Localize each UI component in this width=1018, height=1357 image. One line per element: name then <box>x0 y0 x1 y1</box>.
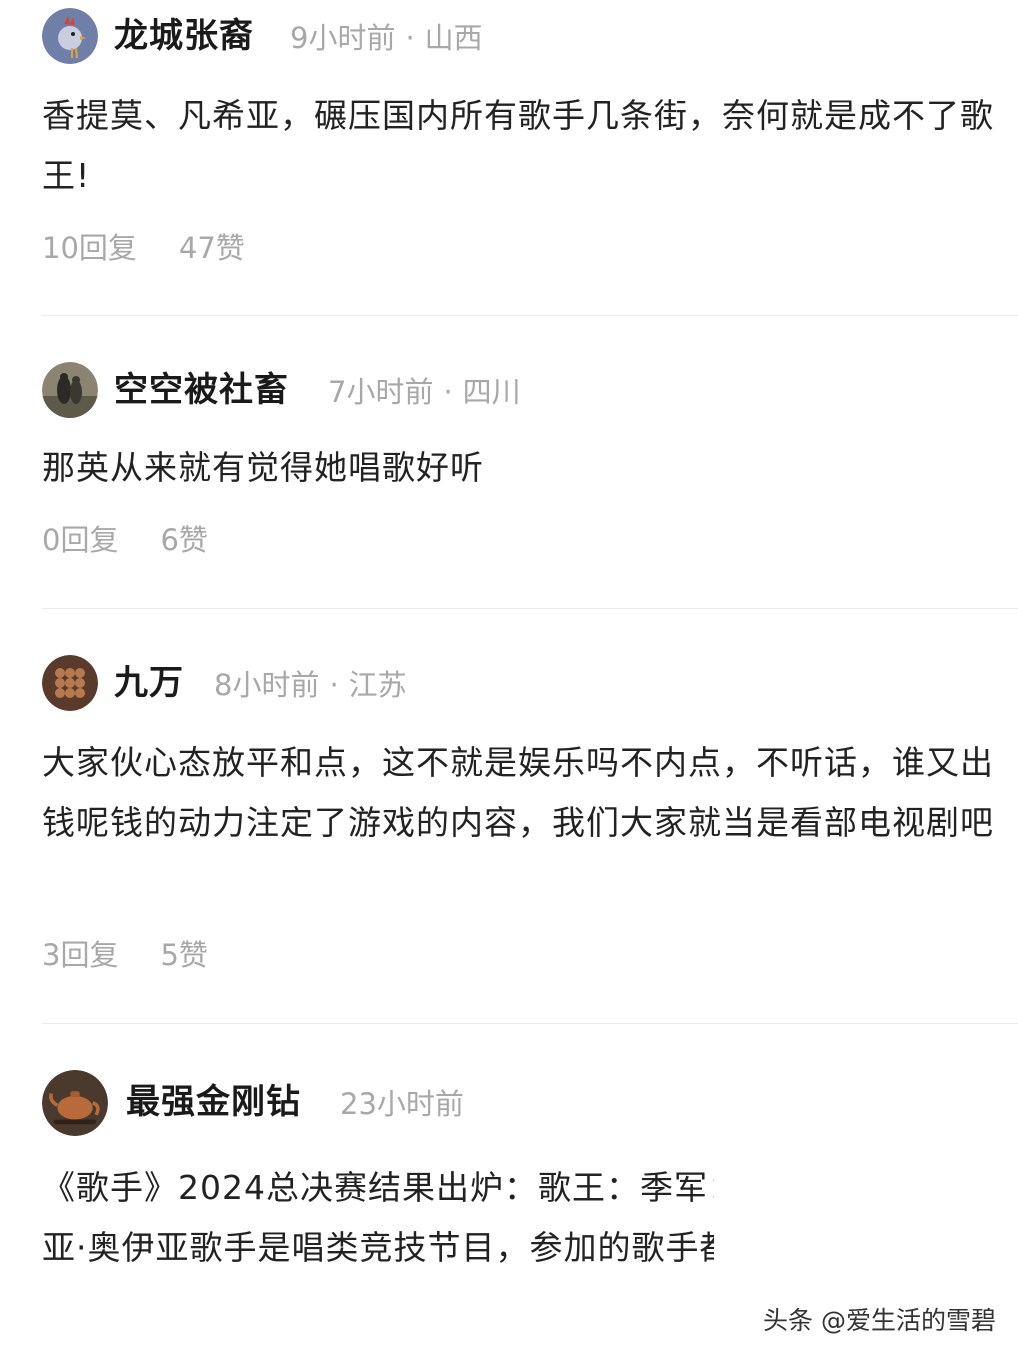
comment-header: 九万 8小时前 · 江苏 <box>42 655 1018 711</box>
comment-stats: 0回复 6赞 <box>42 522 208 558</box>
separator-dot: · <box>443 375 453 409</box>
comment-meta: 8小时前 · 江苏 <box>214 667 407 703</box>
like-count[interactable]: 6赞 <box>160 523 207 557</box>
avatar[interactable] <box>42 1070 108 1136</box>
timestamp: 8小时前 <box>214 668 320 702</box>
separator-dot: · <box>329 668 339 702</box>
comment-text: 香提莫、凡希亚，碾压国内所有歌手几条街，奈何就是成不了歌王! <box>42 96 994 195</box>
like-count[interactable]: 47赞 <box>179 231 245 265</box>
comment-meta: 7小时前 · 四川 <box>328 374 521 410</box>
timestamp: 7小时前 <box>328 375 434 409</box>
username[interactable]: 最强金刚钻 <box>126 1082 301 1122</box>
comment-item: 九万 8小时前 · 江苏 大家伙心态放平和点，这不就是娱乐吗不内点，不听话，谁又出钱… <box>42 655 1018 972</box>
comment-item: 龙城张裔 9小时前 · 山西 香提莫、凡希亚，碾压国内所有歌手几条街，奈何就是成不了… <box>42 8 1018 265</box>
location: 四川 <box>462 375 521 409</box>
comment-meta: 23小时前 <box>340 1086 464 1122</box>
avatar-teapot-icon <box>42 1070 108 1136</box>
comment-header: 空空被社畜 7小时前 · 四川 <box>42 362 1018 418</box>
comment-header: 最强金刚钻 23小时前 <box>42 1070 1018 1136</box>
like-count[interactable]: 5赞 <box>160 938 207 972</box>
avatar-rooster-icon <box>42 8 98 64</box>
comment-text-truncated: 《歌手》2024总决赛结果出炉：歌王：季军：孙楠四强：凡希亚·奥伊亚歌手是唱类竞… <box>42 1158 714 1342</box>
comment-text: 大家伙心态放平和点，这不就是娱乐吗不内点，不听话，谁又出钱呢钱的动力注定了游戏的… <box>42 743 994 842</box>
avatar-mahjong-icon <box>42 655 98 711</box>
reply-count[interactable]: 0回复 <box>42 523 118 557</box>
comment-stats: 10回复 47赞 <box>42 230 245 266</box>
timestamp: 23小时前 <box>340 1087 464 1121</box>
divider <box>42 315 1018 316</box>
divider <box>42 1023 1018 1024</box>
comment-item: 空空被社畜 7小时前 · 四川 那英从来就有觉得她唱歌好听 0回复 6赞 <box>42 362 1018 557</box>
username[interactable]: 九万 <box>114 663 184 703</box>
comment-text: 《歌手》2024总决赛结果出炉：歌王：季军：孙楠四强：凡希亚·奥伊亚歌手是唱类竞… <box>42 1168 714 1267</box>
comment-stats: 3回复 5赞 <box>42 937 208 973</box>
reply-count[interactable]: 10回复 <box>42 231 137 265</box>
avatar[interactable] <box>42 655 98 711</box>
comment-item: 最强金刚钻 23小时前 《歌手》2024总决赛结果出炉：歌王：季军：孙楠四强：凡… <box>42 1070 1018 1267</box>
location: 山西 <box>424 21 483 55</box>
comment-header: 龙城张裔 9小时前 · 山西 <box>42 8 1018 64</box>
location: 江苏 <box>348 668 407 702</box>
avatar[interactable] <box>42 8 98 64</box>
avatar[interactable] <box>42 362 98 418</box>
username[interactable]: 龙城张裔 <box>114 16 254 56</box>
watermark: 头条 @爱生活的雪碧 <box>763 1306 996 1335</box>
reply-count[interactable]: 3回复 <box>42 938 118 972</box>
separator-dot: · <box>405 21 415 55</box>
comment-meta: 9小时前 · 山西 <box>290 20 483 56</box>
avatar-photo-icon <box>42 362 98 418</box>
timestamp: 9小时前 <box>290 21 396 55</box>
username[interactable]: 空空被社畜 <box>114 370 289 410</box>
comment-text: 那英从来就有觉得她唱歌好听 <box>42 448 484 487</box>
divider <box>42 608 1018 609</box>
